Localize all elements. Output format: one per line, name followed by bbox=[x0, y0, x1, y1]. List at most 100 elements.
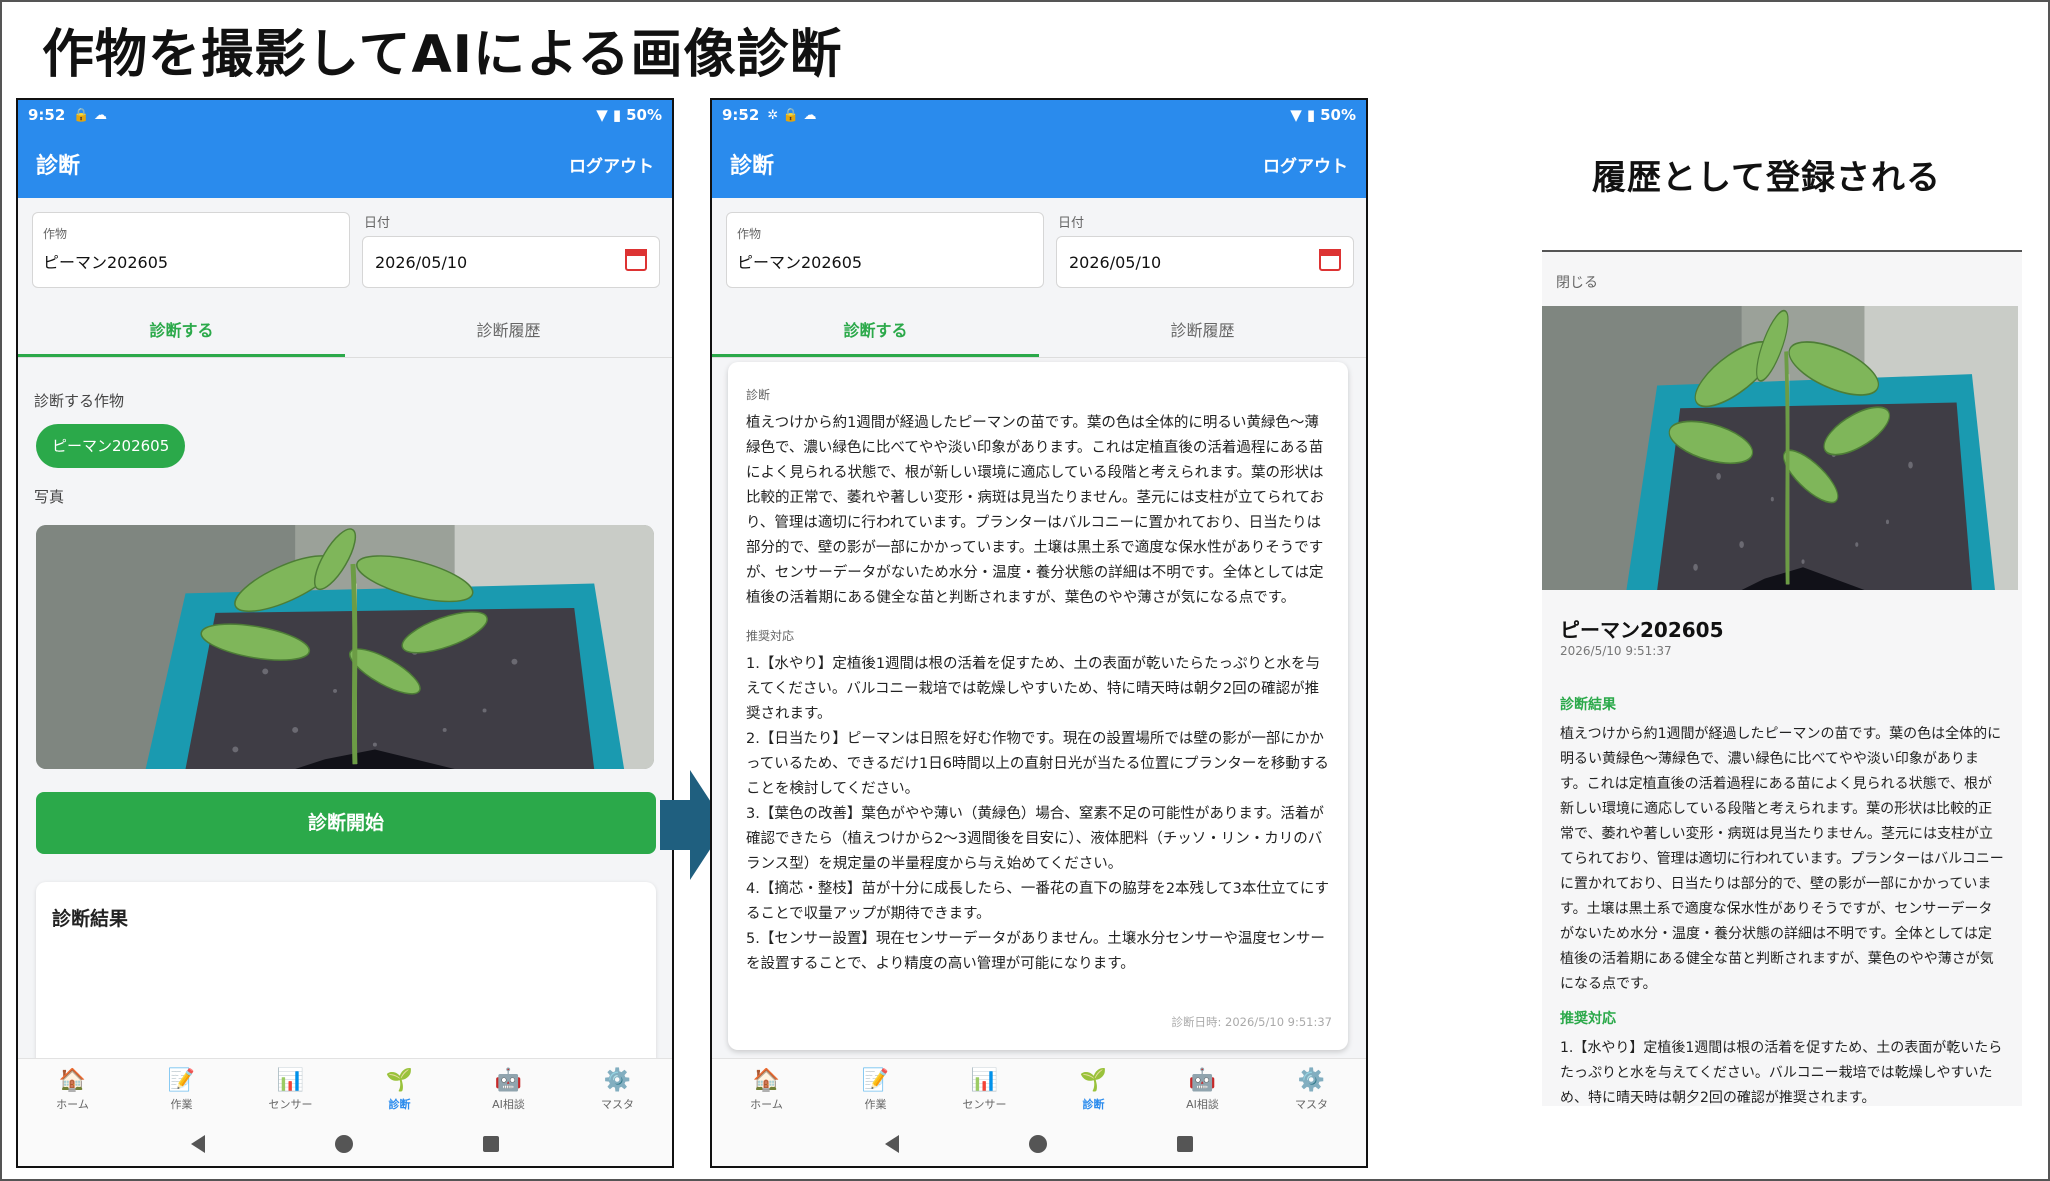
nav-label: センサー bbox=[268, 1097, 313, 1111]
start-diagnosis-button[interactable]: 診断開始 bbox=[36, 792, 656, 854]
recommend-item: 1.【水やり】定植後1週間は根の活着を促すため、土の表面が乾いたらたっぷりと水を… bbox=[746, 656, 1321, 722]
logout-button[interactable]: ログアウト bbox=[569, 152, 654, 177]
nav-label: 診断 bbox=[1082, 1097, 1105, 1111]
gear-icon: ⚙️ bbox=[1297, 1067, 1326, 1093]
date-field-value: 2026/05/10 bbox=[375, 253, 468, 272]
status-time: 9:52 bbox=[722, 106, 760, 124]
chart-icon: 📊 bbox=[970, 1067, 999, 1093]
date-field-label: 日付 bbox=[364, 216, 391, 231]
wifi-icon: ▼ bbox=[1290, 106, 1302, 124]
tab-history[interactable]: 診断履歴 bbox=[345, 306, 672, 357]
nav-item-work[interactable]: 📝 作業 bbox=[127, 1059, 236, 1122]
nav-label: 診断 bbox=[388, 1097, 411, 1111]
recommend-list: 1.【水やり】定植後1週間は根の活着を促すため、土の表面が乾いたらたっぷりと水を… bbox=[746, 652, 1330, 977]
crop-chip[interactable]: ピーマン202605 bbox=[36, 424, 186, 468]
app-bar: 診断 ログアウト bbox=[712, 130, 1366, 198]
history-recommend-label: 推奨対応 bbox=[1560, 1011, 1616, 1027]
crop-field-value: ピーマン202605 bbox=[737, 253, 863, 272]
battery-level: 50% bbox=[1320, 106, 1356, 124]
nav-label: AI相談 bbox=[1186, 1097, 1219, 1111]
nav-item-sensor[interactable]: 📊 センサー bbox=[236, 1059, 345, 1122]
nav-item-home[interactable]: 🏠 ホーム bbox=[712, 1059, 821, 1122]
home-icon: 🏠 bbox=[752, 1067, 781, 1093]
tab-diagnose[interactable]: 診断する bbox=[18, 306, 345, 357]
crop-field[interactable]: 作物 ピーマン202605 bbox=[726, 212, 1044, 288]
history-date: 2026/5/10 9:51:37 bbox=[1560, 644, 1672, 658]
recents-icon[interactable] bbox=[1177, 1136, 1193, 1152]
back-icon[interactable] bbox=[885, 1135, 899, 1153]
nav-item-diagnose[interactable]: 🌱 診断 bbox=[1039, 1059, 1148, 1122]
logout-button[interactable]: ログアウト bbox=[1263, 152, 1348, 177]
status-right: ▼ ▮ 50% bbox=[1290, 106, 1356, 124]
tab-bar: 診断する 診断履歴 bbox=[18, 306, 672, 358]
crop-field-label: 作物 bbox=[43, 227, 68, 241]
bottom-nav: 🏠 ホーム 📝 作業 📊 センサー 🌱 診断 🤖 AI相談 ⚙️ マスタ bbox=[712, 1058, 1366, 1122]
calendar-icon[interactable] bbox=[1319, 249, 1341, 271]
date-field[interactable]: 2026/05/10 bbox=[1056, 236, 1354, 288]
recommend-item: 3.【葉色の改善】葉色がやや薄い（黄緑色）場合、窒素不足の可能性があります。活着… bbox=[746, 806, 1324, 872]
battery-level: 50% bbox=[626, 106, 662, 124]
nav-item-sensor[interactable]: 📊 センサー bbox=[930, 1059, 1039, 1122]
nav-label: ホーム bbox=[56, 1097, 89, 1111]
home-circle-icon[interactable] bbox=[1029, 1135, 1047, 1153]
back-icon[interactable] bbox=[191, 1135, 205, 1153]
nav-item-master[interactable]: ⚙️ マスタ bbox=[1257, 1059, 1366, 1122]
memo-icon: 📝 bbox=[167, 1067, 196, 1093]
phone-screen-result: 9:52 ✲ 🔒 ☁ ▼ ▮ 50% 診断 ログアウト 作物 ピーマン20260… bbox=[710, 98, 1368, 1168]
date-field-value: 2026/05/10 bbox=[1069, 253, 1162, 272]
recommend-item: 5.【センサー設置】現在センサーデータがありません。土壌水分センサーや温度センサ… bbox=[746, 931, 1325, 972]
tab-history[interactable]: 診断履歴 bbox=[1039, 306, 1366, 357]
nav-item-ai[interactable]: 🤖 AI相談 bbox=[454, 1059, 563, 1122]
recents-icon[interactable] bbox=[483, 1136, 499, 1152]
history-result-label: 診断結果 bbox=[1560, 697, 1616, 713]
gear-icon: ⚙️ bbox=[603, 1067, 632, 1093]
nav-label: 作業 bbox=[170, 1097, 193, 1111]
crop-section-label: 診断する作物 bbox=[34, 392, 125, 410]
recommend-item: 4.【摘芯・整枝】苗が十分に成長したら、一番花の直下の脇芽を2本残して3本仕立て… bbox=[746, 881, 1329, 922]
phone-screen-diagnose: 9:52 🔒 ☁ ▼ ▮ 50% 診断 ログアウト 作物 ピーマン202605 … bbox=[16, 98, 674, 1168]
nav-label: マスタ bbox=[1295, 1097, 1328, 1111]
form-row: 作物 ピーマン202605 日付 2026/05/10 bbox=[712, 198, 1366, 306]
seedling-icon: 🌱 bbox=[1079, 1067, 1108, 1093]
history-detail-panel: 閉じる ピーマン202605 2026/5/10 9:51:37 診断結果 植え… bbox=[1542, 250, 2022, 1106]
wifi-icon: ▼ bbox=[596, 106, 608, 124]
nav-label: AI相談 bbox=[492, 1097, 525, 1111]
diagnosis-text: 植えつけから約1週間が経過したピーマンの苗です。葉の色は全体的に明るい黄緑色〜薄… bbox=[746, 415, 1325, 606]
calendar-icon[interactable] bbox=[625, 249, 647, 271]
crop-field-label: 作物 bbox=[737, 227, 762, 241]
result-card: 診断結果 bbox=[36, 882, 656, 1082]
robot-icon: 🤖 bbox=[1188, 1067, 1217, 1093]
nav-item-diagnose[interactable]: 🌱 診断 bbox=[345, 1059, 454, 1122]
photo-section-label: 写真 bbox=[34, 488, 65, 506]
form-row: 作物 ピーマン202605 日付 2026/05/10 bbox=[18, 198, 672, 306]
nav-item-work[interactable]: 📝 作業 bbox=[821, 1059, 930, 1122]
date-field-label: 日付 bbox=[1058, 216, 1085, 231]
result-card-title: 診断結果 bbox=[52, 908, 129, 930]
close-button[interactable]: 閉じる bbox=[1556, 272, 1598, 292]
home-circle-icon[interactable] bbox=[335, 1135, 353, 1153]
nav-label: ホーム bbox=[750, 1097, 783, 1111]
slide-title: 作物を撮影してAIによる画像診断 bbox=[42, 25, 843, 85]
nav-item-master[interactable]: ⚙️ マスタ bbox=[563, 1059, 672, 1122]
crop-field-value: ピーマン202605 bbox=[43, 253, 169, 272]
date-field[interactable]: 2026/05/10 bbox=[362, 236, 660, 288]
nav-item-home[interactable]: 🏠 ホーム bbox=[18, 1059, 127, 1122]
history-recommend-text: 1.【水やり】定植後1週間は根の活着を促すため、土の表面が乾いたらたっぷりと水を… bbox=[1560, 1040, 2003, 1106]
app-title: 診断 bbox=[730, 154, 775, 179]
nav-label: センサー bbox=[962, 1097, 1007, 1111]
tab-diagnose[interactable]: 診断する bbox=[712, 306, 1039, 357]
crop-field[interactable]: 作物 ピーマン202605 bbox=[32, 212, 350, 288]
status-right: ▼ ▮ 50% bbox=[596, 106, 662, 124]
history-result-text: 植えつけから約1週間が経過したピーマンの苗です。葉の色は全体的に明るい黄緑色〜薄… bbox=[1560, 726, 2004, 992]
battery-icon: ▮ bbox=[1306, 106, 1316, 124]
home-icon: 🏠 bbox=[58, 1067, 87, 1093]
recommend-label: 推奨対応 bbox=[746, 629, 795, 643]
nav-item-ai[interactable]: 🤖 AI相談 bbox=[1148, 1059, 1257, 1122]
app-title: 診断 bbox=[36, 154, 81, 179]
status-time: 9:52 bbox=[28, 106, 66, 124]
memo-icon: 📝 bbox=[861, 1067, 890, 1093]
system-nav-bar bbox=[712, 1122, 1366, 1166]
notification-icons: ✲ 🔒 ☁ bbox=[767, 107, 817, 123]
plant-photo[interactable] bbox=[36, 525, 654, 769]
nav-label: 作業 bbox=[864, 1097, 887, 1111]
